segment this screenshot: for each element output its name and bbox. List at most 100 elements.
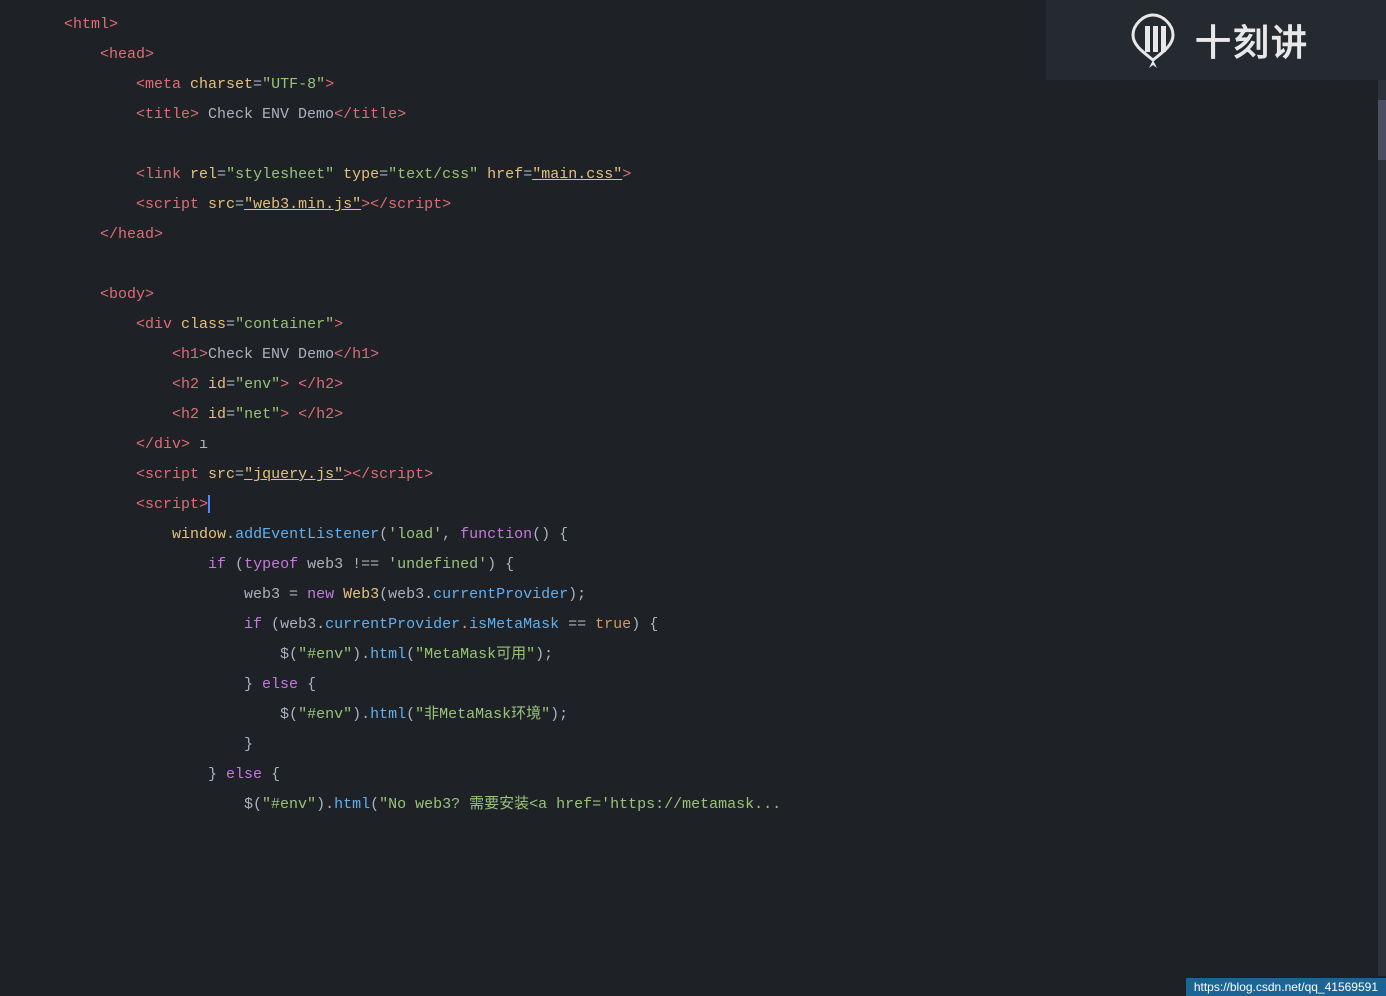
code-token-attr-value: "stylesheet" bbox=[226, 166, 334, 183]
code-token-punctuation: ( bbox=[379, 586, 388, 603]
code-token-tag: script> bbox=[370, 466, 433, 483]
code-content: <script> bbox=[60, 491, 1386, 519]
scrollbar-thumb[interactable] bbox=[1378, 100, 1386, 160]
line-dots bbox=[0, 731, 60, 759]
code-token-js-prop: isMetaMask bbox=[469, 616, 559, 633]
code-content: <h2 id="env"> </h2> bbox=[60, 371, 1386, 399]
code-token-punctuation: ( bbox=[226, 556, 244, 573]
code-token-tag: <meta bbox=[136, 76, 190, 93]
code-token-attr-value: "text/css" bbox=[388, 166, 478, 183]
code-token-tag: </div> bbox=[136, 436, 190, 453]
code-token-punctuation: ); bbox=[535, 646, 553, 663]
code-line: <script> bbox=[0, 490, 1386, 520]
code-token-punctuation: ( bbox=[370, 796, 379, 813]
code-line: <h2 id="net"> </h2> bbox=[0, 400, 1386, 430]
code-line: <h1>Check ENV Demo</h1> bbox=[0, 340, 1386, 370]
code-token-punctuation: = bbox=[226, 406, 235, 423]
code-token-keyword: function bbox=[460, 526, 532, 543]
code-token-keyword: new bbox=[307, 586, 343, 603]
line-dots bbox=[0, 371, 60, 399]
line-dots bbox=[0, 281, 60, 309]
code-token-tag: <h2 bbox=[172, 376, 208, 393]
code-content: </head> bbox=[60, 221, 1386, 249]
scrollbar[interactable] bbox=[1378, 80, 1386, 976]
code-line: <script src="jquery.js"></script> bbox=[0, 460, 1386, 490]
code-token-text-content: ı bbox=[190, 436, 208, 453]
code-token-tag: > bbox=[622, 166, 631, 183]
code-token-tag: </head> bbox=[100, 226, 163, 243]
code-token-text-content bbox=[478, 166, 487, 183]
code-line: if (typeof web3 !== 'undefined') { bbox=[0, 550, 1386, 580]
code-line: </div> ı bbox=[0, 430, 1386, 460]
code-token-js-text: web3 bbox=[244, 586, 289, 603]
code-line bbox=[0, 130, 1386, 160]
code-token-string: 'load' bbox=[388, 526, 442, 543]
code-content: <script src="jquery.js"></script> bbox=[60, 461, 1386, 489]
code-token-punctuation: () { bbox=[532, 526, 568, 543]
code-token-tag: </h2> bbox=[298, 376, 343, 393]
code-token-punctuation: ) { bbox=[631, 616, 658, 633]
code-token-string: 'undefined' bbox=[388, 556, 487, 573]
text-cursor bbox=[208, 495, 210, 513]
bottom-url-bar: https://blog.csdn.net/qq_41569591 bbox=[1186, 978, 1386, 996]
code-token-punctuation: = bbox=[523, 166, 532, 183]
code-token-punctuation: ( bbox=[379, 526, 388, 543]
code-token-attr-name: rel bbox=[190, 166, 217, 183]
code-line: <body> bbox=[0, 280, 1386, 310]
code-token-tag: ></ bbox=[361, 196, 388, 213]
code-line: <title> Check ENV Demo</title> bbox=[0, 100, 1386, 130]
code-line: } else { bbox=[0, 670, 1386, 700]
code-token-js-obj: Web3 bbox=[343, 586, 379, 603]
line-dots bbox=[0, 791, 60, 819]
code-content: <div class="container"> bbox=[60, 311, 1386, 339]
code-line: <script src="web3.min.js"></script> bbox=[0, 190, 1386, 220]
code-token-text-content bbox=[334, 166, 343, 183]
code-token-text-content: Check ENV Demo bbox=[199, 106, 334, 123]
line-dots bbox=[0, 521, 60, 549]
code-token-tag: <body> bbox=[100, 286, 154, 303]
line-dots bbox=[0, 191, 60, 219]
code-token-js-obj: window bbox=[172, 526, 226, 543]
code-token-punctuation: ( bbox=[406, 646, 415, 663]
code-token-keyword: if bbox=[244, 616, 262, 633]
code-token-js-text: web3 bbox=[280, 616, 316, 633]
code-token-tag: </h1> bbox=[334, 346, 379, 363]
code-token-js-prop: html bbox=[370, 646, 406, 663]
code-token-js-prop: html bbox=[370, 706, 406, 723]
code-token-attr-value-link: "web3.min.js" bbox=[244, 196, 361, 213]
code-line: $("#env").html("MetaMask可用"); bbox=[0, 640, 1386, 670]
code-token-tag: </h2> bbox=[298, 406, 343, 423]
line-dots bbox=[0, 551, 60, 579]
code-token-punctuation: = bbox=[226, 316, 235, 333]
code-token-js-text: ). bbox=[352, 706, 370, 723]
line-dots bbox=[0, 251, 60, 279]
code-token-string: "非MetaMask环境" bbox=[415, 706, 550, 723]
code-token-punctuation: } bbox=[244, 676, 262, 693]
code-token-attr-name: type bbox=[343, 166, 379, 183]
code-token-attr-name: href bbox=[487, 166, 523, 183]
code-token-punctuation: = bbox=[253, 76, 262, 93]
code-token-js-prop: currentProvider bbox=[433, 586, 568, 603]
code-token-js-text: ). bbox=[316, 796, 334, 813]
code-content: window.addEventListener('load', function… bbox=[60, 521, 1386, 549]
line-dots bbox=[0, 461, 60, 489]
code-token-attr-value: "container" bbox=[235, 316, 334, 333]
line-dots bbox=[0, 161, 60, 189]
code-content: if (typeof web3 !== 'undefined') { bbox=[60, 551, 1386, 579]
code-token-punctuation: = bbox=[235, 196, 244, 213]
code-token-js-prop: html bbox=[334, 796, 370, 813]
code-token-tag: script> bbox=[388, 196, 451, 213]
code-token-tag: <script bbox=[136, 196, 208, 213]
code-token-tag: ></ bbox=[343, 466, 370, 483]
code-token-attr-name: id bbox=[208, 376, 226, 393]
code-token-tag: <title> bbox=[136, 106, 199, 123]
code-content: $("#env").html("No web3? 需要安装<a href='ht… bbox=[60, 791, 1386, 819]
code-token-tag: <div bbox=[136, 316, 181, 333]
code-token-attr-name: src bbox=[208, 466, 235, 483]
code-content: web3 = new Web3(web3.currentProvider); bbox=[60, 581, 1386, 609]
code-token-punctuation: { bbox=[262, 766, 280, 783]
code-token-punctuation: == bbox=[559, 616, 595, 633]
code-token-tag: <h2 bbox=[172, 406, 208, 423]
code-line: window.addEventListener('load', function… bbox=[0, 520, 1386, 550]
code-content: <h1>Check ENV Demo</h1> bbox=[60, 341, 1386, 369]
